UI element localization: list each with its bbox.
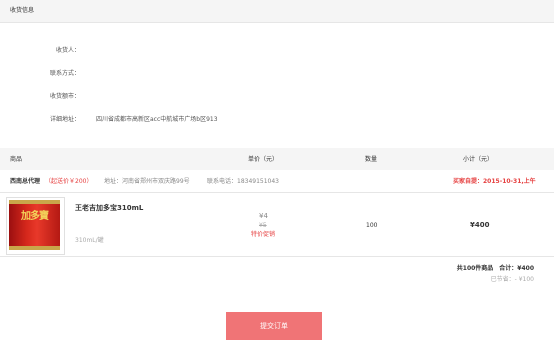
receiver-section-title: 收货信息: [10, 7, 35, 14]
product-price: ¥4: [259, 212, 268, 220]
shop-pickup-time: 买家自提：2015-10-31,上午: [453, 178, 536, 185]
header-quantity: 数量: [365, 156, 378, 163]
shop-phone: 联系电话：18349151043: [207, 178, 279, 185]
receiver-name-label: 收货人：: [55, 47, 80, 54]
product-spec: 310mL/罐: [75, 237, 104, 244]
receiver-address-value: 四川省成都市高新区acc中航城市广场b区913: [96, 116, 218, 123]
shop-address: 地址：河南省郑州市双庆路99号: [104, 178, 190, 185]
can-top-rim: [9, 200, 60, 204]
row-divider: [0, 256, 554, 257]
header-product: 商品: [10, 156, 23, 163]
receiver-region-label: 收货额市：: [49, 93, 80, 100]
header-subtotal: 小计（元）: [463, 156, 494, 163]
product-subtotal: ¥400: [470, 221, 490, 229]
order-total: 共100件商品 合计：¥400: [456, 265, 534, 272]
shop-name[interactable]: 西南总代理: [10, 178, 40, 186]
product-promo-tag: 特价促销: [251, 231, 276, 238]
can-bottom-rim: [9, 246, 60, 250]
product-original-price: ¥5: [259, 222, 267, 229]
can-brand-text: 加多寶: [21, 211, 49, 222]
receiver-phone-label: 联系方式：: [49, 70, 80, 77]
shop-min-order: （起送价￥200）: [45, 178, 93, 185]
receiver-address-label: 详细地址：: [49, 116, 80, 123]
receiver-section-header: 收货信息: [0, 0, 554, 23]
header-unit-price: 单价（元）: [248, 156, 279, 163]
submit-order-button[interactable]: 提交订单: [226, 312, 322, 340]
wanglaoji-can-icon: [9, 200, 60, 250]
order-table-header: 商品 单价（元） 数量 小计（元）: [0, 148, 554, 170]
product-name[interactable]: 王老吉加多宝310mL: [75, 204, 143, 213]
product-quantity: 100: [366, 222, 378, 229]
shop-row: 西南总代理 （起送价￥200） 地址：河南省郑州市双庆路99号 联系电话：183…: [0, 171, 554, 193]
order-saved: 已节省：- ¥100: [490, 276, 534, 283]
